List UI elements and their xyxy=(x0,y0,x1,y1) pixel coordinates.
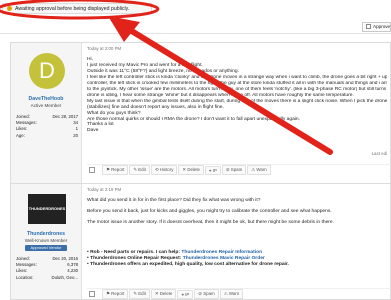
history-label: History xyxy=(159,167,174,172)
message-line: controller, the left stick is crooked fe… xyxy=(87,80,387,86)
report-button[interactable]: ⚑ Report xyxy=(102,165,129,175)
select-post-checkbox[interactable] xyxy=(89,167,95,173)
user-title: Active Member xyxy=(30,103,62,108)
delete-label: Delete xyxy=(159,291,173,296)
select-post-checkbox[interactable] xyxy=(89,291,95,297)
message-line: I feel like the left controller stick is… xyxy=(87,74,387,80)
edit-button[interactable]: ✎ Edit xyxy=(129,289,150,299)
warn-button[interactable]: ⚠ Warn xyxy=(247,165,271,175)
report-button[interactable]: ⚑ Report xyxy=(102,289,129,299)
message-line: drone is idling, I hear some strange 'wh… xyxy=(87,92,354,98)
post-timestamp[interactable]: Today at 2:00 PM xyxy=(87,46,121,51)
edit-label: Edit xyxy=(138,167,146,172)
post-message: What did you send it in for in the first… xyxy=(87,198,387,268)
spam-label: Spam xyxy=(203,291,215,296)
signature-line: • Thunderdrones offers an expedited, hig… xyxy=(87,261,289,267)
user-panel: D DaveTheHoob Active Member Joined: Dec 2… xyxy=(11,43,82,185)
checkbox-icon xyxy=(366,24,371,30)
delete-label: Delete xyxy=(187,167,201,172)
user-stats: Joined: Dec 20, 2016 Messages: 6,378 Likes… xyxy=(16,256,78,281)
approve-checkbox[interactable]: Approve xyxy=(362,22,391,32)
spam-button[interactable]: ⊘ Spam xyxy=(221,165,247,175)
ip-label: IP xyxy=(212,167,217,173)
post-actions: ⚑ Report ✎ Edit ✕ Delete ⌖ IP ⊘ Spam ⚠ W… xyxy=(87,288,391,299)
stat-row: Location: Duluth, Geo... xyxy=(16,275,78,281)
username[interactable]: DaveTheHoob xyxy=(11,96,81,102)
username[interactable]: Thunderdrones xyxy=(11,231,81,237)
history-button[interactable]: ⟲ History xyxy=(150,165,178,175)
delete-button[interactable]: ✕ Delete xyxy=(178,165,205,175)
warn-label: Warn xyxy=(228,291,240,296)
user-title: Well-Known Member xyxy=(24,238,68,243)
post-actions: ⚑ Report ✎ Edit ⟲ History ✕ Delete ⌖ IP … xyxy=(87,164,391,175)
spam-label: Spam xyxy=(230,167,243,172)
stat-row: Age: 20 xyxy=(16,133,78,139)
edit-label: Edit xyxy=(138,291,146,296)
user-panel: THUNDERDRONES Thunderdrones Well-Known M… xyxy=(11,184,82,299)
user-stats: Joined: Dec 28, 2017 Messages: 34 Likes: 1 … xyxy=(16,114,78,139)
message-line: to the joystick. My other 'issue' are th… xyxy=(87,86,387,92)
report-label: Report xyxy=(111,291,125,296)
report-label: Report xyxy=(111,167,125,172)
ip-button[interactable]: ⌖ IP xyxy=(205,165,221,175)
last-edited-note: Last edi xyxy=(371,151,387,156)
stat-label: Location: xyxy=(16,274,34,280)
post-body: Today at 2:19 PM What did you send it in… xyxy=(87,184,391,299)
post-body: Today at 2:00 PM Hi, I just received my … xyxy=(87,43,391,185)
post-timestamp[interactable]: Today at 2:19 PM xyxy=(87,187,121,192)
stat-value: Duluth, Geo... xyxy=(51,274,78,280)
ip-button[interactable]: ⌖ IP xyxy=(177,289,194,299)
edit-button[interactable]: ✎ Edit xyxy=(129,165,150,175)
post-message: Hi, I just received my Mavic Pro and wen… xyxy=(87,57,387,134)
warn-button[interactable]: ⚠ Warn xyxy=(219,289,244,299)
post: THUNDERDRONES Thunderdrones Well-Known M… xyxy=(10,183,391,300)
ip-label: IP xyxy=(185,291,190,297)
thread-header xyxy=(0,17,391,34)
post: D DaveTheHoob Active Member Joined: Dec 2… xyxy=(10,42,391,186)
message-line: My last issue is that when the gimbal te… xyxy=(87,98,387,104)
moderation-banner: Awaiting approval before being displayed… xyxy=(2,3,152,14)
moderation-banner-text: Awaiting approval before being displayed… xyxy=(15,5,130,12)
approve-label: Approve xyxy=(373,24,391,29)
delete-button[interactable]: ✕ Delete xyxy=(150,289,177,299)
avatar[interactable]: D xyxy=(29,53,65,89)
repair-info-link[interactable]: Thunderdrones Repair Information xyxy=(181,250,262,255)
repair-order-link[interactable]: Thunderdrones Mavic Repair Order xyxy=(183,256,265,261)
vendor-badge: Approved Vendor xyxy=(25,245,67,251)
warn-label: Warn xyxy=(256,167,267,172)
spam-button[interactable]: ⊘ Spam xyxy=(194,289,219,299)
pending-status-icon xyxy=(7,6,12,11)
avatar[interactable]: THUNDERDRONES xyxy=(28,194,66,224)
stat-label: Age: xyxy=(16,132,25,138)
message-line: Dave xyxy=(87,128,99,134)
stat-value: 20 xyxy=(73,132,78,138)
